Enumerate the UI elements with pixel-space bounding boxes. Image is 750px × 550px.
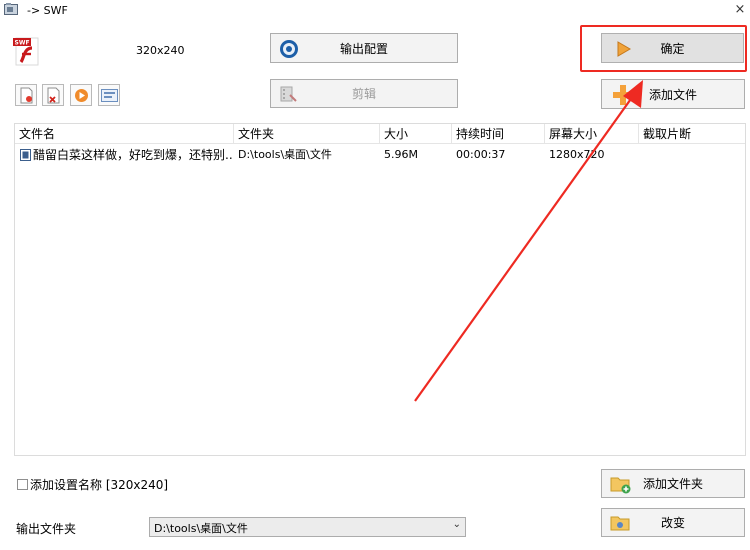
column-header-folder[interactable]: 文件夹: [234, 124, 380, 144]
output-config-button[interactable]: 输出配置: [270, 33, 458, 63]
output-folder-value: D:\tools\桌面\文件: [154, 522, 248, 535]
add-folder-button[interactable]: 添加文件夹: [601, 469, 745, 498]
change-label: 改变: [660, 516, 685, 530]
column-header-clip[interactable]: 截取片断: [639, 124, 745, 144]
chevron-down-icon: ⌄: [452, 519, 461, 530]
column-header-screen-size[interactable]: 屏幕大小: [545, 124, 639, 144]
cell-screen-size: 1280x720: [549, 148, 605, 161]
play-icon: [75, 89, 88, 102]
cell-size: 5.96M: [384, 148, 418, 161]
change-button[interactable]: 改变: [601, 508, 745, 537]
output-config-label: 输出配置: [339, 41, 388, 56]
clear-list-button[interactable]: [42, 84, 64, 106]
cell-filename: 醋留白菜这样做，好吃到爆，还特别...: [33, 148, 233, 162]
output-folder-label: 输出文件夹: [16, 522, 77, 536]
swf-icon: SWF: [13, 37, 39, 66]
app-icon: [4, 3, 18, 15]
file-list[interactable]: 文件名 文件夹 大小 持续时间 屏幕大小 截取片断 醋留白菜这样做，好吃到爆，还…: [14, 123, 746, 456]
resolution-label: 320x240: [136, 44, 185, 57]
cell-folder: D:\tools\桌面\文件: [238, 148, 332, 161]
cell-duration: 00:00:37: [456, 148, 506, 161]
add-file-label: 添加文件: [648, 87, 697, 102]
add-file-button[interactable]: 添加文件: [601, 79, 745, 109]
close-icon[interactable]: ×: [732, 2, 748, 18]
window-title: -> SWF: [27, 4, 68, 17]
add-setting-name-checkbox[interactable]: [17, 479, 28, 490]
media-info-icon: [101, 89, 118, 102]
list-header: 文件名 文件夹 大小 持续时间 屏幕大小 截取片断: [15, 124, 745, 144]
svg-text:SWF: SWF: [15, 40, 30, 47]
add-folder-label: 添加文件夹: [642, 477, 703, 491]
clip-button[interactable]: 剪辑: [270, 79, 458, 108]
column-header-duration[interactable]: 持续时间: [452, 124, 545, 144]
table-row[interactable]: 醋留白菜这样做，好吃到爆，还特别... D:\tools\桌面\文件 5.96M…: [15, 145, 745, 165]
clear-list-icon: [47, 87, 60, 104]
remove-file-button[interactable]: [15, 84, 37, 106]
add-setting-name-label: 添加设置名称 [320x240]: [30, 478, 169, 492]
play-button[interactable]: [70, 84, 92, 106]
remove-file-icon: [20, 87, 33, 104]
clip-label: 剪辑: [351, 87, 376, 101]
cell-clip: [639, 145, 745, 165]
column-header-size[interactable]: 大小: [380, 124, 452, 144]
title-bar: -> SWF ×: [0, 0, 750, 24]
media-info-button[interactable]: [98, 84, 120, 106]
output-folder-select[interactable]: D:\tools\桌面\文件 ⌄: [149, 517, 466, 537]
column-header-filename[interactable]: 文件名: [15, 124, 234, 144]
annotation-highlight-box: [580, 25, 747, 72]
